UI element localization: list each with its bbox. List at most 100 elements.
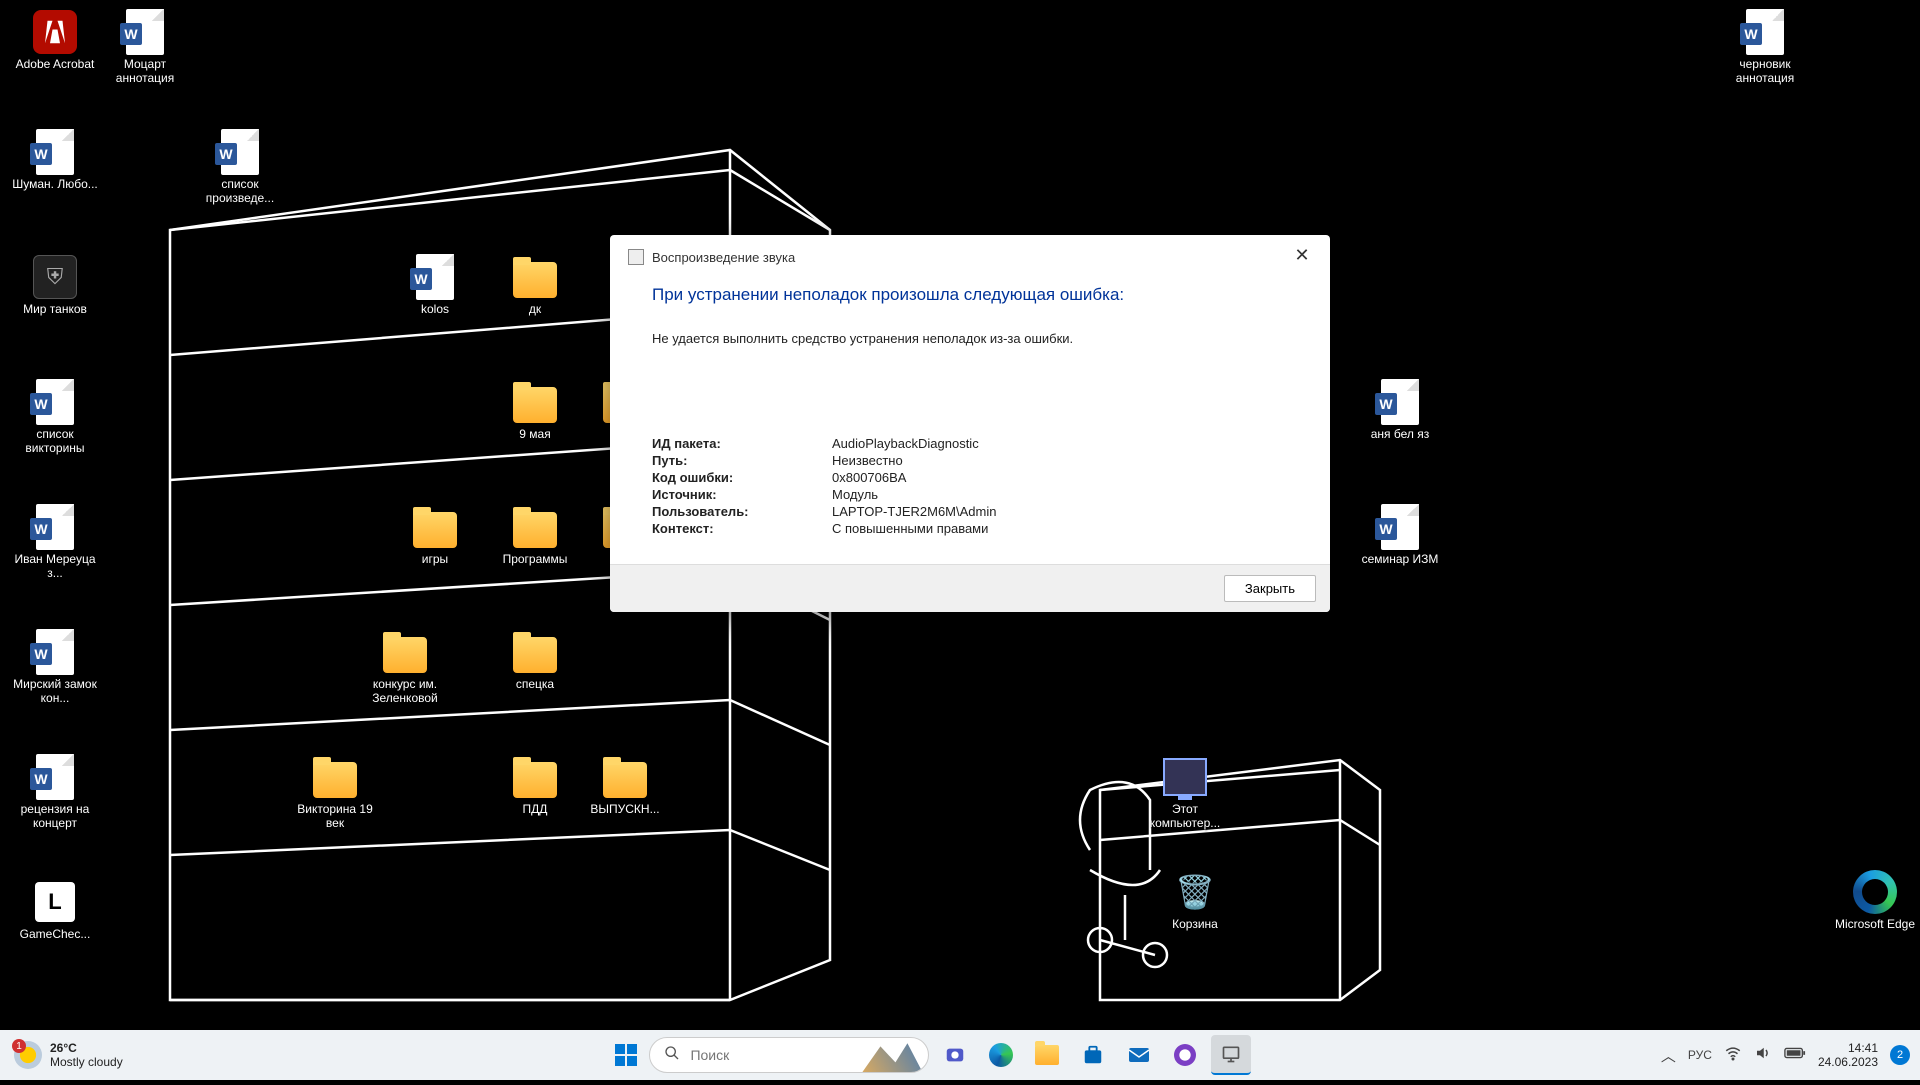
clock-time: 14:41 xyxy=(1818,1041,1878,1055)
folder-icon xyxy=(513,505,557,549)
detail-value: 0x800706BA xyxy=(832,470,906,485)
detail-value: LAPTOP-TJER2M6M\Admin xyxy=(832,504,996,519)
folder-icon xyxy=(513,380,557,424)
detail-key: ИД пакета: xyxy=(652,436,832,451)
icon-label: черновик аннотация xyxy=(1720,57,1810,85)
desktop-icon-vik19[interactable]: Викторина 19 век xyxy=(290,755,380,830)
bin-icon: 🗑️ xyxy=(1173,870,1217,914)
desktop-icon-kolos[interactable]: kolos xyxy=(390,255,480,316)
search-icon xyxy=(664,1045,680,1066)
icon-label: семинар ИЗМ xyxy=(1355,552,1445,566)
icon-label: Шуман. Любо... xyxy=(10,177,100,191)
desktop-icon-vypusk[interactable]: ВЫПУСКН... xyxy=(580,755,670,816)
tray-notifications[interactable]: 2 xyxy=(1890,1045,1910,1065)
desktop-icon-seminar[interactable]: семинар ИЗМ xyxy=(1355,505,1445,566)
desktop-icon-ivan[interactable]: Иван Мереуца з... xyxy=(10,505,100,580)
icon-label: аня бел яз xyxy=(1355,427,1445,441)
desktop-icon-9may[interactable]: 9 мая xyxy=(490,380,580,441)
word-icon xyxy=(123,10,167,54)
detail-value: Модуль xyxy=(832,487,878,502)
icon-label: Adobe Acrobat xyxy=(10,57,100,71)
word-icon xyxy=(33,755,77,799)
desktop-icon-review[interactable]: рецензия на концерт xyxy=(10,755,100,830)
desktop-icon-konkurs[interactable]: конкурс им. Зеленковой xyxy=(360,630,450,705)
detail-key: Путь: xyxy=(652,453,832,468)
close-button[interactable]: Закрыть xyxy=(1224,575,1316,602)
icon-label: список произведе... xyxy=(195,177,285,205)
desktop-icon-anya[interactable]: аня бел яз xyxy=(1355,380,1445,441)
detail-value: AudioPlaybackDiagnostic xyxy=(832,436,979,451)
folder-icon xyxy=(603,755,647,799)
detail-value: С повышенными правами xyxy=(832,521,988,536)
icon-label: Викторина 19 век xyxy=(290,802,380,830)
dialog-title: Воспроизведение звука xyxy=(652,250,795,265)
desktop-icon-adobe[interactable]: Adobe Acrobat xyxy=(10,10,100,71)
taskbar-teams[interactable] xyxy=(935,1035,975,1075)
desktop-icon-edge[interactable]: Microsoft Edge xyxy=(1830,870,1920,931)
word-icon xyxy=(33,130,77,174)
tray-volume-icon[interactable] xyxy=(1754,1044,1772,1066)
detail-key: Источник: xyxy=(652,487,832,502)
word-icon xyxy=(413,255,457,299)
desktop-icon-pdd[interactable]: ПДД xyxy=(490,755,580,816)
detail-row: ИД пакета:AudioPlaybackDiagnostic xyxy=(652,436,1288,451)
taskbar-store[interactable] xyxy=(1073,1035,1113,1075)
desktop-icon-dk[interactable]: дк xyxy=(490,255,580,316)
app-icon xyxy=(628,249,644,265)
desktop-icon-spisok[interactable]: список произведе... xyxy=(195,130,285,205)
tray-clock[interactable]: 14:41 24.06.2023 xyxy=(1818,1041,1878,1069)
detail-row: Код ошибки:0x800706BA xyxy=(652,470,1288,485)
icon-label: kolos xyxy=(390,302,480,316)
desktop-icon-games[interactable]: игры xyxy=(390,505,480,566)
icon-label: Microsoft Edge xyxy=(1830,917,1920,931)
detail-row: Источник:Модуль xyxy=(652,487,1288,502)
folder-icon xyxy=(413,505,457,549)
word-icon xyxy=(218,130,262,174)
desktop-icon-wot[interactable]: ⛨Мир танков xyxy=(10,255,100,316)
icon-label: Этот компьютер... xyxy=(1140,802,1230,830)
close-icon[interactable]: ✕ xyxy=(1284,241,1320,269)
detail-value: Неизвестно xyxy=(832,453,903,468)
desktop-icon-spec[interactable]: спецка xyxy=(490,630,580,691)
start-button[interactable] xyxy=(609,1038,643,1072)
desktop-icon-thispc[interactable]: Этот компьютер... xyxy=(1140,755,1230,830)
tray-wifi-icon[interactable] xyxy=(1724,1044,1742,1066)
taskbar-troubleshooter[interactable] xyxy=(1211,1035,1251,1075)
taskbar-weather[interactable]: 26°C Mostly cloudy xyxy=(0,1041,200,1069)
tray-chevron-icon[interactable]: ︿ xyxy=(1661,1045,1676,1066)
monitor-icon xyxy=(1163,755,1207,799)
weather-desc: Mostly cloudy xyxy=(50,1055,123,1069)
taskbar-mail[interactable] xyxy=(1119,1035,1159,1075)
taskbar: 26°C Mostly cloudy xyxy=(0,1030,1920,1080)
troubleshooter-dialog: ✕ Воспроизведение звука При устранении н… xyxy=(610,235,1330,612)
desktop-icon-schumann[interactable]: Шуман. Любо... xyxy=(10,130,100,191)
edge-icon xyxy=(1853,870,1897,914)
icon-label: рецензия на концерт xyxy=(10,802,100,830)
detail-key: Код ошибки: xyxy=(652,470,832,485)
desktop-icon-programs[interactable]: Программы xyxy=(490,505,580,566)
desktop-icon-gamecheck[interactable]: LGameChec... xyxy=(10,880,100,941)
icon-label: Корзина xyxy=(1150,917,1240,931)
desktop-icon-bin[interactable]: 🗑️ Корзина xyxy=(1150,870,1240,931)
icon-label: Моцарт аннотация xyxy=(100,57,190,85)
detail-key: Пользователь: xyxy=(652,504,832,519)
icon-label: Иван Мереуца з... xyxy=(10,552,100,580)
icon-label: ПДД xyxy=(490,802,580,816)
taskbar-search[interactable] xyxy=(649,1037,929,1073)
taskbar-yandex[interactable] xyxy=(1165,1035,1205,1075)
tray-battery-icon[interactable] xyxy=(1784,1046,1806,1064)
detail-row: Путь:Неизвестно xyxy=(652,453,1288,468)
desktop-icon-mirsky[interactable]: Мирский замок кон... xyxy=(10,630,100,705)
tray-language[interactable]: РУС xyxy=(1688,1048,1712,1062)
word-icon xyxy=(1743,10,1787,54)
taskbar-edge[interactable] xyxy=(981,1035,1021,1075)
desktop-icon-viklist[interactable]: список викторины xyxy=(10,380,100,455)
clock-date: 24.06.2023 xyxy=(1818,1055,1878,1069)
desktop-icon-mozart[interactable]: Моцарт аннотация xyxy=(100,10,190,85)
taskbar-explorer[interactable] xyxy=(1027,1035,1067,1075)
icon-label: дк xyxy=(490,302,580,316)
icon-label: Мир танков xyxy=(10,302,100,316)
folder-icon xyxy=(513,630,557,674)
weather-temp: 26°C xyxy=(50,1041,123,1055)
desktop-icon-draft[interactable]: черновик аннотация xyxy=(1720,10,1810,85)
